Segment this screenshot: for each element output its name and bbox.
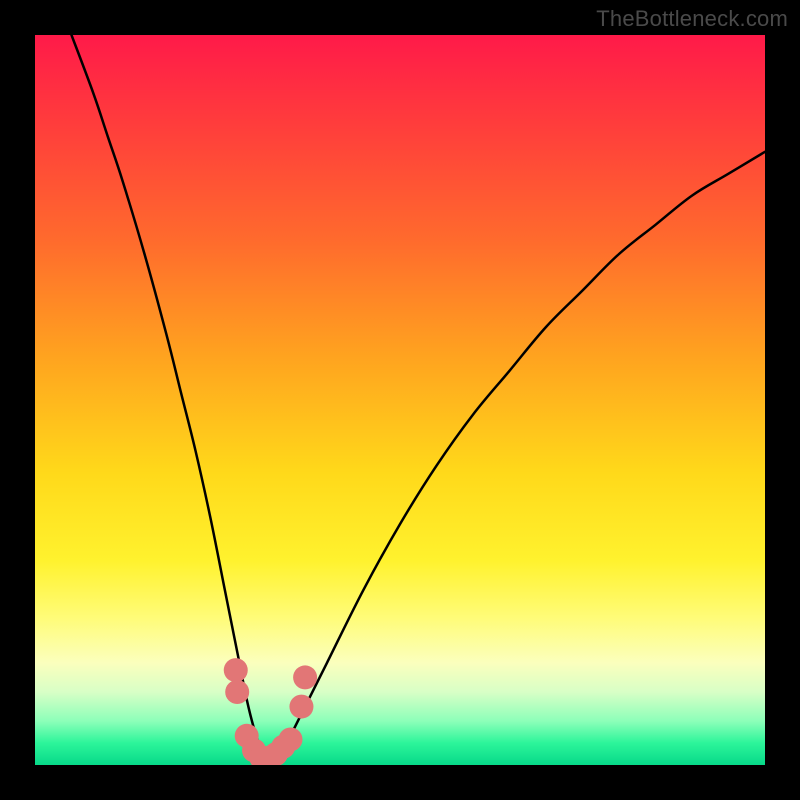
- highlight-point: [279, 727, 303, 751]
- chart-svg: [35, 35, 765, 765]
- highlight-markers: [224, 658, 317, 765]
- curve-path: [72, 35, 766, 759]
- highlight-point: [225, 680, 249, 704]
- chart-frame: TheBottleneck.com: [0, 0, 800, 800]
- watermark-text: TheBottleneck.com: [596, 6, 788, 32]
- chart-plot-area: [35, 35, 765, 765]
- highlight-point: [224, 658, 248, 682]
- highlight-point: [289, 695, 313, 719]
- bottleneck-curve: [72, 35, 766, 759]
- highlight-point: [293, 665, 317, 689]
